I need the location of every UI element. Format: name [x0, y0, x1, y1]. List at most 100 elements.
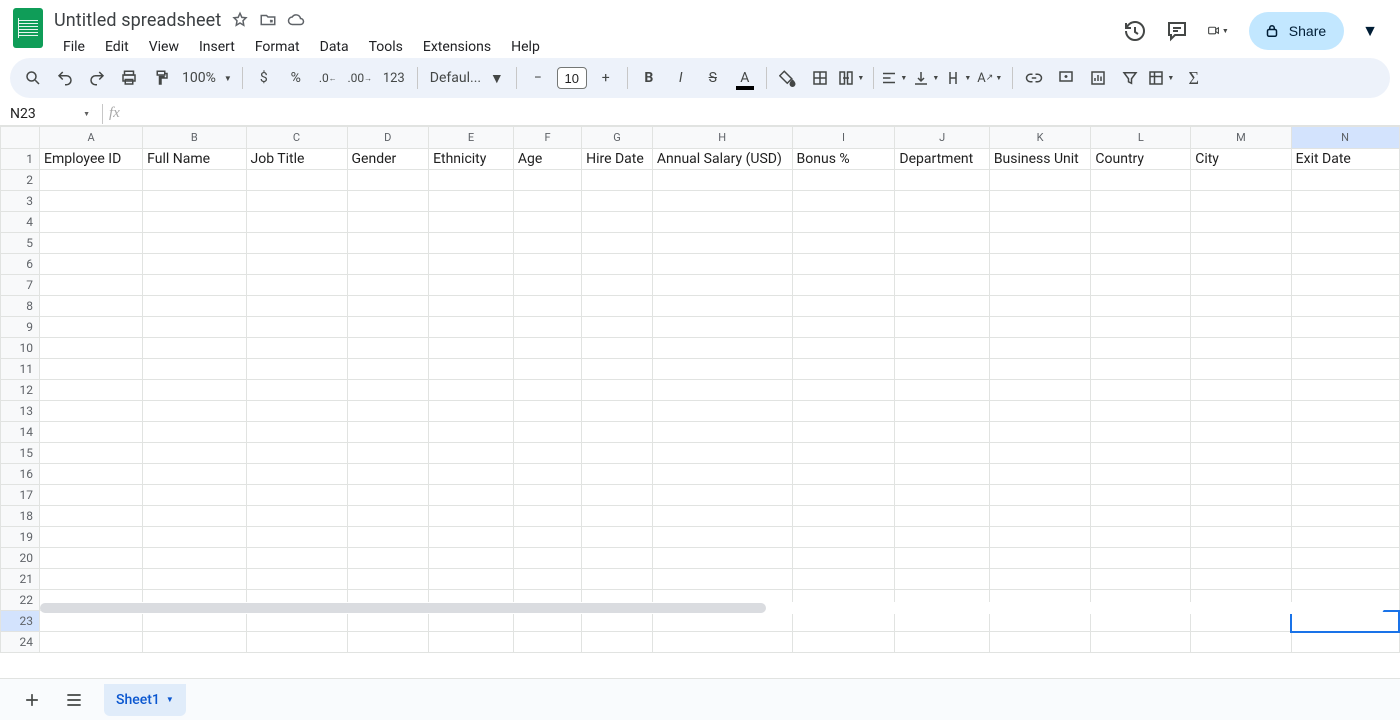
- text-color-icon[interactable]: A: [730, 63, 760, 93]
- menu-edit[interactable]: Edit: [96, 37, 138, 57]
- cell-B11[interactable]: [143, 359, 246, 380]
- merge-cells-icon[interactable]: ▼: [837, 63, 867, 93]
- cell-F24[interactable]: [513, 632, 581, 653]
- cell-L14[interactable]: [1091, 422, 1191, 443]
- cell-K6[interactable]: [989, 254, 1091, 275]
- cell-M13[interactable]: [1191, 401, 1291, 422]
- cell-J4[interactable]: [895, 212, 989, 233]
- cell-M4[interactable]: [1191, 212, 1291, 233]
- menu-file[interactable]: File: [54, 37, 94, 57]
- filter-icon[interactable]: [1115, 63, 1145, 93]
- row-header-7[interactable]: 7: [1, 275, 40, 296]
- cell-N21[interactable]: [1291, 569, 1399, 590]
- increase-decimal-icon[interactable]: .00→: [345, 63, 375, 93]
- row-header-5[interactable]: 5: [1, 233, 40, 254]
- cell-C5[interactable]: [246, 233, 347, 254]
- cell-A14[interactable]: [40, 422, 143, 443]
- cell-I7[interactable]: [792, 275, 895, 296]
- cell-G21[interactable]: [582, 569, 653, 590]
- cell-N16[interactable]: [1291, 464, 1399, 485]
- cell-H17[interactable]: [652, 485, 792, 506]
- move-icon[interactable]: [259, 11, 277, 29]
- text-wrap-icon[interactable]: ▼: [944, 63, 974, 93]
- percent-icon[interactable]: %: [281, 63, 311, 93]
- row-header-17[interactable]: 17: [1, 485, 40, 506]
- cell-L16[interactable]: [1091, 464, 1191, 485]
- cell-C12[interactable]: [246, 380, 347, 401]
- cell-H8[interactable]: [652, 296, 792, 317]
- insert-link-icon[interactable]: [1019, 63, 1049, 93]
- cell-F11[interactable]: [513, 359, 581, 380]
- cell-K24[interactable]: [989, 632, 1091, 653]
- decrease-decimal-icon[interactable]: .0←: [313, 63, 343, 93]
- cell-L2[interactable]: [1091, 170, 1191, 191]
- cell-B13[interactable]: [143, 401, 246, 422]
- cell-K15[interactable]: [989, 443, 1091, 464]
- search-icon[interactable]: [18, 63, 48, 93]
- cell-J11[interactable]: [895, 359, 989, 380]
- cell-H13[interactable]: [652, 401, 792, 422]
- cell-C3[interactable]: [246, 191, 347, 212]
- cell-M7[interactable]: [1191, 275, 1291, 296]
- cell-M16[interactable]: [1191, 464, 1291, 485]
- sheet-tab[interactable]: Sheet1 ▼: [104, 684, 186, 716]
- cell-A8[interactable]: [40, 296, 143, 317]
- cell-G11[interactable]: [582, 359, 653, 380]
- add-sheet-icon[interactable]: [20, 688, 44, 712]
- star-icon[interactable]: [231, 11, 249, 29]
- text-rotation-icon[interactable]: A↗▼: [976, 63, 1006, 93]
- cell-J16[interactable]: [895, 464, 989, 485]
- cell-E12[interactable]: [429, 380, 514, 401]
- cell-B16[interactable]: [143, 464, 246, 485]
- row-header-2[interactable]: 2: [1, 170, 40, 191]
- cell-K16[interactable]: [989, 464, 1091, 485]
- font-size-decrease[interactable]: −: [523, 63, 553, 93]
- column-header-I[interactable]: I: [792, 127, 895, 149]
- cell-J3[interactable]: [895, 191, 989, 212]
- menu-format[interactable]: Format: [246, 37, 309, 57]
- cell-I9[interactable]: [792, 317, 895, 338]
- row-header-24[interactable]: 24: [1, 632, 40, 653]
- cell-M17[interactable]: [1191, 485, 1291, 506]
- cell-J20[interactable]: [895, 548, 989, 569]
- cell-H3[interactable]: [652, 191, 792, 212]
- cell-L24[interactable]: [1091, 632, 1191, 653]
- cell-B19[interactable]: [143, 527, 246, 548]
- cell-A11[interactable]: [40, 359, 143, 380]
- sheet-tab-menu-icon[interactable]: ▼: [166, 695, 174, 704]
- cell-A3[interactable]: [40, 191, 143, 212]
- cell-B17[interactable]: [143, 485, 246, 506]
- cell-B4[interactable]: [143, 212, 246, 233]
- cell-L15[interactable]: [1091, 443, 1191, 464]
- cell-J5[interactable]: [895, 233, 989, 254]
- cell-K11[interactable]: [989, 359, 1091, 380]
- cell-H6[interactable]: [652, 254, 792, 275]
- history-icon[interactable]: [1123, 19, 1147, 43]
- cell-E13[interactable]: [429, 401, 514, 422]
- cell-J8[interactable]: [895, 296, 989, 317]
- row-header-13[interactable]: 13: [1, 401, 40, 422]
- cell-F18[interactable]: [513, 506, 581, 527]
- cell-L11[interactable]: [1091, 359, 1191, 380]
- cell-E16[interactable]: [429, 464, 514, 485]
- cell-L9[interactable]: [1091, 317, 1191, 338]
- cell-M20[interactable]: [1191, 548, 1291, 569]
- print-icon[interactable]: [114, 63, 144, 93]
- cell-A6[interactable]: [40, 254, 143, 275]
- fill-color-icon[interactable]: [773, 63, 803, 93]
- cell-M14[interactable]: [1191, 422, 1291, 443]
- cell-B5[interactable]: [143, 233, 246, 254]
- cell-E1[interactable]: Ethnicity: [429, 149, 514, 170]
- cell-C15[interactable]: [246, 443, 347, 464]
- cell-D20[interactable]: [347, 548, 429, 569]
- cell-A5[interactable]: [40, 233, 143, 254]
- cell-K19[interactable]: [989, 527, 1091, 548]
- cell-J18[interactable]: [895, 506, 989, 527]
- cell-B14[interactable]: [143, 422, 246, 443]
- cell-D15[interactable]: [347, 443, 429, 464]
- cell-L19[interactable]: [1091, 527, 1191, 548]
- cell-J17[interactable]: [895, 485, 989, 506]
- cell-E5[interactable]: [429, 233, 514, 254]
- cell-B12[interactable]: [143, 380, 246, 401]
- cell-I10[interactable]: [792, 338, 895, 359]
